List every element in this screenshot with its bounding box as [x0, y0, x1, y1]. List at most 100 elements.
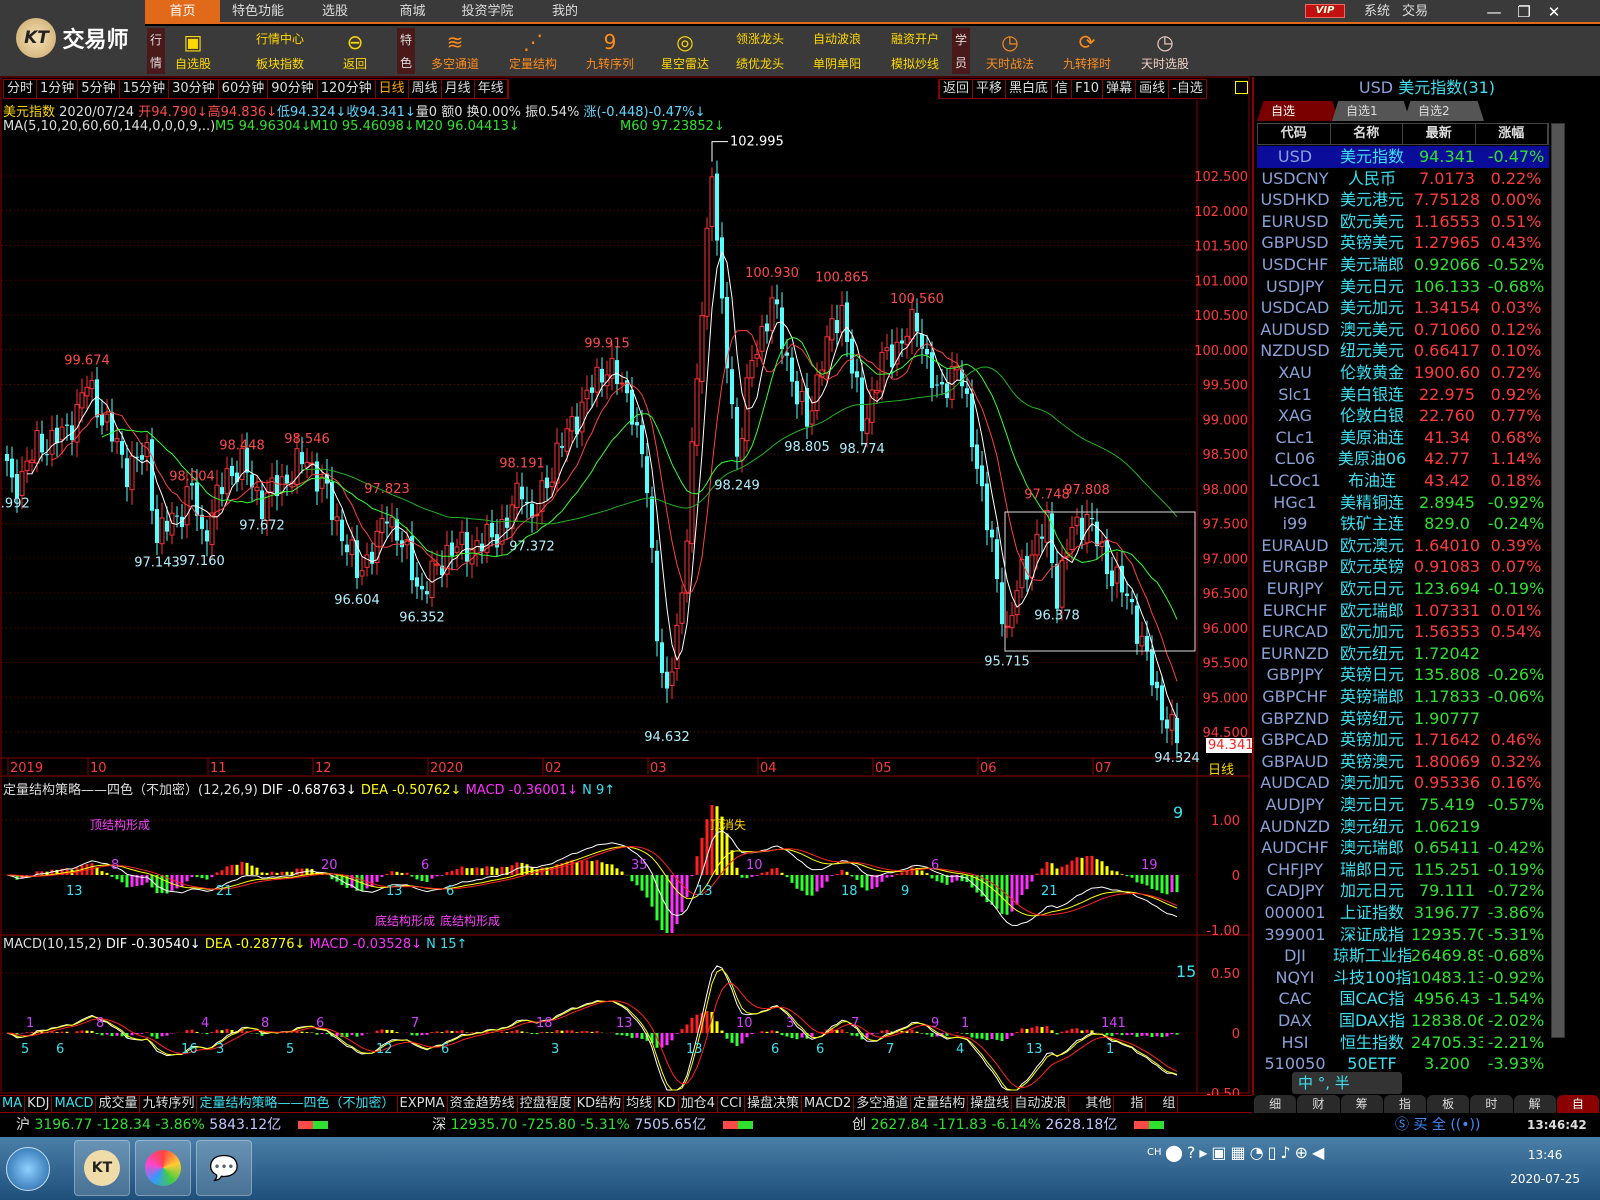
watchlist-row[interactable]: AUDCHF 澳元瑞郎 0.65411 -0.42% — [1257, 837, 1549, 859]
watchlist-row[interactable]: i99 铁矿主连 829.0 -0.24% — [1257, 513, 1549, 535]
indicator-tab-8[interactable]: 控盘程度 — [518, 1096, 575, 1112]
watchlist-row[interactable]: GBPUSD 英镑美元 1.27965 0.43% — [1257, 232, 1549, 254]
watchlist-scrollbar[interactable] — [1551, 123, 1565, 1038]
watchlist-row[interactable]: XAU 伦敦黄金 1900.60 0.72% — [1257, 362, 1549, 384]
indicator-tab-21[interactable]: 指 — [1128, 1096, 1147, 1112]
browser-taskbar-icon[interactable] — [135, 1140, 191, 1196]
watchlist-row[interactable]: EURNZD 欧元纽元 1.72042 — [1257, 643, 1549, 665]
indicator-tab-19[interactable]: 自动波浪 — [1012, 1096, 1070, 1112]
watchlist-row[interactable]: AUDJPY 澳元日元 75.419 -0.57% — [1257, 794, 1549, 816]
wechat-taskbar-icon[interactable]: 💬 — [196, 1140, 252, 1196]
watchlist-row[interactable]: EURGBP 欧元英镑 0.91083 0.07% — [1257, 556, 1549, 578]
watchlist-row[interactable]: AUDUSD 澳元美元 0.71060 0.12% — [1257, 319, 1549, 341]
watchlist-row[interactable]: AUDNZD 澳元纽元 1.06219 — [1257, 816, 1549, 838]
tab-watchlist-2[interactable]: 自选2 — [1404, 101, 1484, 121]
panel-btn-2[interactable]: 筹 — [1340, 1095, 1383, 1113]
indicator-tab-1[interactable]: KDJ — [25, 1096, 53, 1112]
watchlist-row[interactable]: XAG 伦敦白银 22.760 0.77% — [1257, 405, 1549, 427]
indicator-tab-12[interactable]: 加仓4 — [679, 1096, 718, 1112]
col-code[interactable]: 代码 — [1258, 124, 1331, 144]
indicator-tab-16[interactable]: 多空通道 — [854, 1096, 912, 1112]
panel-btn-5[interactable]: 时 — [1470, 1095, 1513, 1113]
watchlist-row[interactable]: GBPCHF 英镑瑞郎 1.17833 -0.06% — [1257, 686, 1549, 708]
sz-index[interactable]: 12935.70 — [451, 1117, 518, 1133]
indicator-tab-10[interactable]: 均线 — [624, 1096, 656, 1112]
close-icon[interactable]: ✕ — [1540, 0, 1568, 24]
watchlist-row[interactable]: EURAUD 欧元澳元 1.64010 0.39% — [1257, 535, 1549, 557]
tray-icons[interactable]: ⬤?▸▣▦◔▯♪⊕◀ — [1165, 1143, 1328, 1162]
watchlist-row[interactable]: USDCAD 美元加元 1.34154 0.03% — [1257, 297, 1549, 319]
watchlist-row[interactable]: USDJPY 美元日元 106.133 -0.68% — [1257, 276, 1549, 298]
indicator-tab-15[interactable]: MACD2 — [802, 1096, 855, 1112]
watchlist-row[interactable]: USDHKD 美元港元 7.75128 0.00% — [1257, 189, 1549, 211]
service-icons[interactable]: Ⓢ 买 全 ((•)) — [1395, 1114, 1480, 1137]
indicator-tab-9[interactable]: KD结构 — [575, 1096, 625, 1112]
panel-btn-6[interactable]: 解 — [1513, 1095, 1556, 1113]
watchlist-row[interactable]: GBPCAD 英镑加元 1.71642 0.46% — [1257, 729, 1549, 751]
indicator-tab-3[interactable]: 成交量 — [96, 1096, 141, 1112]
panel-btn-0[interactable]: 细 — [1254, 1095, 1297, 1113]
indicator-tab-11[interactable]: KD — [655, 1096, 679, 1112]
indicator-tab-7[interactable]: 资金趋势线 — [448, 1096, 518, 1112]
watchlist-row[interactable]: Slc1 美白银连 22.975 0.92% — [1257, 384, 1549, 406]
watchlist-row[interactable]: DJI 琼斯工业指 26469.89 -0.68% — [1257, 945, 1549, 967]
watchlist-row[interactable]: CHFJPY 瑞郎日元 115.251 -0.19% — [1257, 859, 1549, 881]
language-indicator[interactable]: CH — [1147, 1147, 1162, 1158]
system-clock[interactable]: 13:46 2020-07-25 — [1510, 1143, 1580, 1191]
sh-index[interactable]: 3196.77 — [34, 1117, 92, 1133]
indicator-tab-22[interactable]: 组 — [1160, 1096, 1179, 1112]
selection-box[interactable] — [1004, 511, 1196, 652]
panel-btn-7[interactable]: 自 — [1556, 1095, 1599, 1113]
watchlist-row[interactable]: USDCHF 美元瑞郎 0.92066 -0.52% — [1257, 254, 1549, 276]
minimize-icon[interactable]: — — [1480, 0, 1508, 24]
watchlist-row[interactable]: EURJPY 欧元日元 123.694 -0.19% — [1257, 578, 1549, 600]
panel-btn-4[interactable]: 板 — [1427, 1095, 1470, 1113]
indicator-tab-13[interactable]: CCI — [718, 1096, 745, 1112]
maximize-icon[interactable]: ❐ — [1510, 0, 1538, 24]
trade-menu[interactable]: 交易 — [1400, 0, 1430, 24]
watchlist-row[interactable]: HSI 恒生指数 24705.33 -2.21% — [1257, 1032, 1549, 1054]
col-name[interactable]: 名称 — [1331, 124, 1403, 144]
cy-index[interactable]: 2627.84 — [871, 1117, 929, 1133]
price-chart[interactable]: 102.500102.000101.500101.000100.500100.0… — [0, 0, 1252, 1095]
indicator-tab-18[interactable]: 操盘线 — [968, 1096, 1013, 1112]
indicator-tab-20[interactable]: 其他 — [1083, 1096, 1115, 1112]
watchlist-row[interactable]: EURUSD 欧元美元 1.16553 0.51% — [1257, 211, 1549, 233]
watchlist-row[interactable]: GBPAUD 英镑澳元 1.80069 0.32% — [1257, 751, 1549, 773]
watchlist-row[interactable]: CADJPY 加元日元 79.111 -0.72% — [1257, 880, 1549, 902]
watchlist-row[interactable]: 000001 上证指数 3196.77 -3.86% — [1257, 902, 1549, 924]
watchlist-row[interactable]: USD 美元指数 94.341 -0.47% — [1257, 146, 1549, 168]
indicator-tab-14[interactable]: 操盘决策 — [745, 1096, 803, 1112]
watchlist-row[interactable]: HGc1 美精铜连 2.8945 -0.92% — [1257, 492, 1549, 514]
col-last[interactable]: 最新 — [1403, 124, 1476, 144]
watchlist-row[interactable]: USDCNY 人民币 7.0173 0.22% — [1257, 168, 1549, 190]
watchlist-row[interactable]: EURCAD 欧元加元 1.56353 0.54% — [1257, 621, 1549, 643]
indicator-tab-2[interactable]: MACD — [52, 1096, 97, 1112]
indicator-tab-0[interactable]: MA — [0, 1096, 26, 1112]
indicator-tab-6[interactable]: EXPMA — [398, 1096, 448, 1112]
panel-btn-1[interactable]: 财 — [1297, 1095, 1340, 1113]
tab-watchlist[interactable]: 自选 — [1257, 101, 1339, 121]
indicator-tab-5[interactable]: 定量结构策略——四色（不加密） — [197, 1096, 398, 1112]
watchlist-row[interactable]: CL06 美原油06 42.77 1.14% — [1257, 448, 1549, 470]
watchlist-row[interactable]: CLc1 美原油连 41.34 0.68% — [1257, 427, 1549, 449]
indicator-tab-17[interactable]: 定量结构 — [911, 1096, 969, 1112]
kt-app-taskbar-icon[interactable]: KT — [74, 1140, 130, 1196]
watchlist-row[interactable]: NQYI 斗技100指数10483.13-0.92% — [1257, 967, 1549, 989]
system-menu[interactable]: 系统 — [1362, 0, 1392, 24]
col-change[interactable]: 涨幅 — [1476, 124, 1548, 144]
watchlist-row[interactable]: LCOc1 布油连 43.42 0.18% — [1257, 470, 1549, 492]
tab-watchlist-1[interactable]: 自选1 — [1332, 101, 1410, 121]
indicator-tab-4[interactable]: 九转序列 — [140, 1096, 198, 1112]
watchlist-row[interactable]: DAX 国DAX指 12838.06 -2.02% — [1257, 1010, 1549, 1032]
watchlist-row[interactable]: GBPZND 英镑纽元 1.90777 — [1257, 708, 1549, 730]
start-button-icon[interactable] — [6, 1147, 50, 1191]
watchlist-row[interactable]: 399001 深证成指 12935.70 -5.31% — [1257, 924, 1549, 946]
watchlist-row[interactable]: GBPJPY 英镑日元 135.808 -0.26% — [1257, 664, 1549, 686]
watchlist-row[interactable]: EURCHF 欧元瑞郎 1.07331 0.01% — [1257, 600, 1549, 622]
watchlist-row[interactable]: NZDUSD 纽元美元 0.66417 0.10% — [1257, 340, 1549, 362]
watchlist-row[interactable]: CAC 国CAC指 4956.43 -1.54% — [1257, 988, 1549, 1010]
ime-indicator[interactable]: 中 °, 半 — [1292, 1072, 1402, 1094]
panel-btn-3[interactable]: 指 — [1383, 1095, 1426, 1113]
vip-badge[interactable]: VIP — [1305, 4, 1345, 18]
